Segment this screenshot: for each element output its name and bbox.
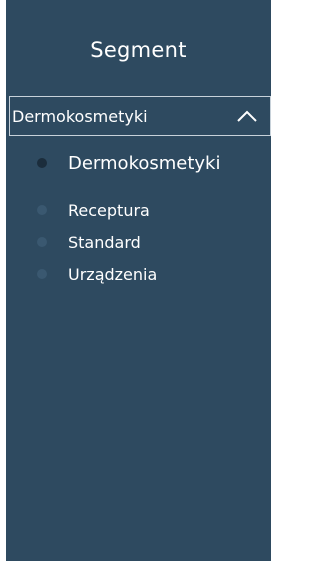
chevron-up-icon[interactable] xyxy=(234,106,260,126)
segment-option-label: Standard xyxy=(68,232,141,252)
segment-option-label: Receptura xyxy=(68,200,150,220)
segment-options-list: Dermokosmetyki Receptura Standard Urządz… xyxy=(6,140,271,290)
segment-option-label: Urządzenia xyxy=(68,264,158,284)
segment-option-receptura[interactable]: Receptura xyxy=(6,194,271,226)
segment-title: Segment xyxy=(90,38,187,62)
radio-unselected-icon[interactable] xyxy=(37,269,47,279)
segment-option-urzadzenia[interactable]: Urządzenia xyxy=(6,258,271,290)
segment-filter-panel: Segment Dermokosmetyki Dermokosmetyki Re… xyxy=(6,0,271,561)
segment-option-label: Dermokosmetyki xyxy=(68,152,221,174)
radio-unselected-icon[interactable] xyxy=(37,237,47,247)
segment-option-dermokosmetyki[interactable]: Dermokosmetyki xyxy=(6,140,271,186)
radio-selected-icon[interactable] xyxy=(37,158,47,168)
radio-unselected-icon[interactable] xyxy=(37,205,47,215)
segment-dropdown[interactable]: Dermokosmetyki xyxy=(9,96,271,136)
segment-option-standard[interactable]: Standard xyxy=(6,226,271,258)
segment-dropdown-value: Dermokosmetyki xyxy=(12,106,148,126)
